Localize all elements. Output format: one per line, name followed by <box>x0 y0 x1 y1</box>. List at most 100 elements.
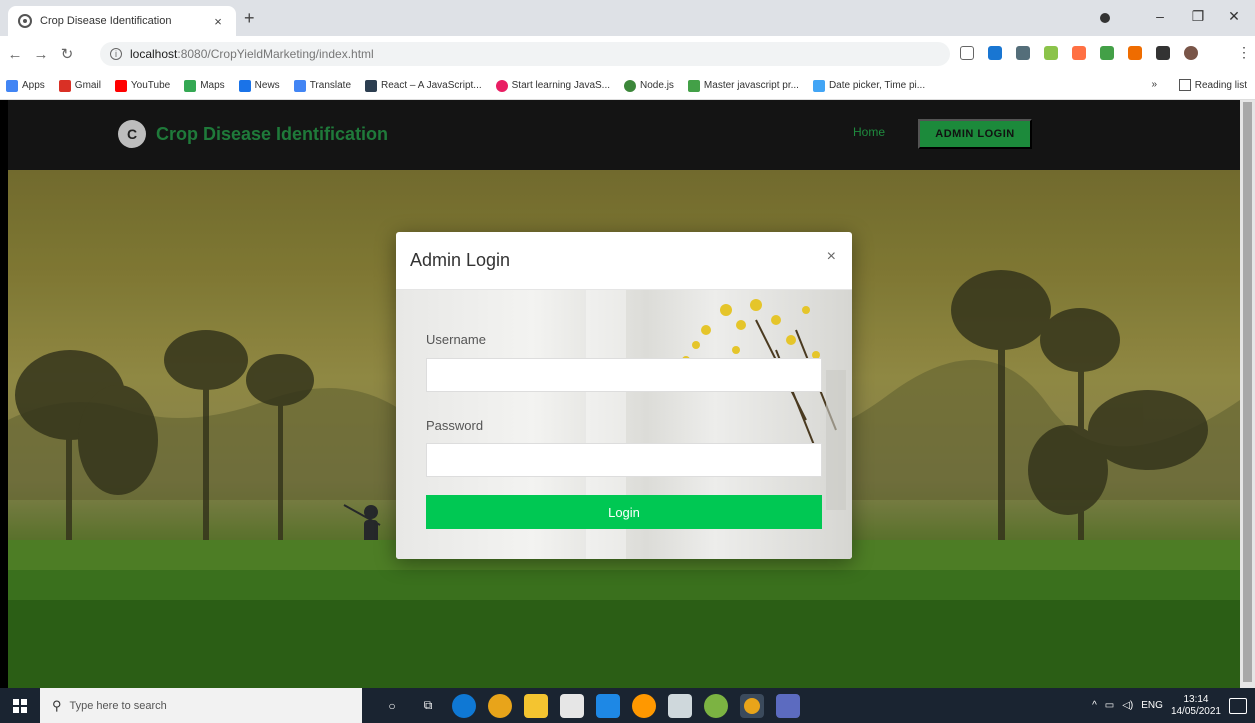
app-icon[interactable] <box>776 693 800 718</box>
app-icon[interactable] <box>668 693 692 718</box>
star-icon[interactable] <box>960 46 974 60</box>
volume-icon[interactable]: ◁) <box>1122 700 1133 711</box>
task-view-icon[interactable]: ⧉ <box>416 694 440 718</box>
site-navbar: C Crop Disease Identification Home ADMIN… <box>8 100 1240 170</box>
chrome-icon[interactable] <box>488 693 512 718</box>
network-icon[interactable]: ▭ <box>1105 700 1114 711</box>
system-tray: ^ ▭ ◁) ENG 13:14 14/05/2021 <box>1092 688 1255 723</box>
modal-body: Username Password Login <box>396 290 852 559</box>
search-placeholder: Type here to search <box>69 699 167 712</box>
extension-icon[interactable] <box>1016 46 1030 60</box>
search-icon: ⚲ <box>52 697 62 713</box>
more-menu-icon[interactable]: ⋮ <box>1237 44 1251 61</box>
username-label: Username <box>426 332 486 347</box>
mail-icon[interactable] <box>596 693 620 718</box>
password-input[interactable] <box>426 443 822 477</box>
nodejs-icon <box>624 79 637 92</box>
notification-icon[interactable] <box>1229 697 1247 714</box>
language-indicator[interactable]: ENG <box>1141 700 1163 711</box>
clock-time: 13:14 <box>1183 693 1209 705</box>
browser-toolbar: ← → ↻ i localhost:8080/CropYieldMarketin… <box>0 36 1255 72</box>
app-icon[interactable] <box>704 693 728 718</box>
bookmarks-bar: Apps Gmail YouTube Maps News Translate R… <box>0 72 1255 100</box>
store-icon[interactable] <box>560 693 584 718</box>
globe-icon <box>18 14 32 28</box>
forward-icon[interactable]: → <box>30 46 52 63</box>
maps-icon <box>184 79 197 92</box>
username-input[interactable] <box>426 358 822 392</box>
apps-grid-icon <box>6 79 18 92</box>
restore-icon[interactable]: ❐ <box>1188 8 1208 25</box>
bookmark-item[interactable]: Maps <box>184 79 225 92</box>
bookmark-item[interactable]: Gmail <box>58 79 101 92</box>
scrollbar-thumb[interactable] <box>1243 102 1252 682</box>
browser-tab[interactable]: Crop Disease Identification × <box>8 6 236 36</box>
youtube-icon <box>114 79 127 92</box>
bookmark-item[interactable]: Apps <box>6 79 45 92</box>
modal-title: Admin Login <box>410 250 511 270</box>
bookmark-item[interactable]: Date picker, Time pi... <box>812 79 925 92</box>
record-icon[interactable] <box>1100 13 1110 23</box>
url-host: localhost <box>130 47 178 61</box>
translate-icon <box>293 79 306 92</box>
windows-icon <box>13 698 27 713</box>
nav-home-link[interactable]: Home <box>853 125 885 139</box>
info-icon[interactable]: i <box>110 48 122 60</box>
tab-close-icon[interactable]: × <box>210 14 226 29</box>
clock[interactable]: 13:14 14/05/2021 <box>1171 694 1221 718</box>
bookmark-item[interactable]: Start learning JavaS... <box>495 79 610 92</box>
taskbar-search[interactable]: ⚲ Type here to search <box>40 688 362 723</box>
extension-icon[interactable] <box>988 46 1002 60</box>
browser-tab-bar: Crop Disease Identification × + – ❐ ✕ <box>0 0 1255 36</box>
puzzle-icon[interactable] <box>1156 46 1170 60</box>
admin-login-modal: Admin Login × Username Password Login <box>396 232 852 559</box>
bookmark-item[interactable]: React – A JavaScript... <box>365 79 482 92</box>
bookmark-item[interactable]: Node.js <box>624 79 674 92</box>
firefox-icon[interactable] <box>632 693 656 718</box>
avatar[interactable] <box>1184 46 1198 60</box>
close-window-icon[interactable]: ✕ <box>1224 8 1244 25</box>
start-button[interactable] <box>0 688 40 723</box>
gmail-icon <box>58 79 71 92</box>
password-label: Password <box>426 418 484 433</box>
extension-icons <box>960 46 1198 60</box>
bookmarks-overflow-icon[interactable]: » <box>1151 79 1157 90</box>
extension-icon[interactable] <box>1044 46 1058 60</box>
extension-icon[interactable] <box>1128 46 1142 60</box>
course-icon <box>687 79 700 92</box>
bookmark-item[interactable]: Translate <box>293 79 351 92</box>
brand-title: Crop Disease Identification <box>156 123 389 144</box>
bookmark-item[interactable]: YouTube <box>114 79 170 92</box>
reading-list[interactable]: Reading list <box>1178 79 1247 91</box>
extension-icon[interactable] <box>1072 46 1086 60</box>
page-viewport: C Crop Disease Identification Home ADMIN… <box>8 100 1240 688</box>
reading-list-icon <box>1178 79 1191 91</box>
windows-taskbar: ⚲ Type here to search ○ ⧉ ^ ▭ ◁) ENG 13:… <box>0 688 1255 723</box>
news-icon <box>238 79 251 92</box>
site-logo[interactable]: C Crop Disease Identification <box>118 120 388 148</box>
close-icon[interactable]: × <box>827 248 836 266</box>
extension-icon[interactable] <box>1100 46 1114 60</box>
login-button[interactable]: Login <box>426 495 822 529</box>
datepicker-icon <box>812 79 825 92</box>
new-tab-icon[interactable]: + <box>244 8 255 29</box>
back-icon[interactable]: ← <box>4 46 26 63</box>
minimize-icon[interactable]: – <box>1150 8 1170 24</box>
admin-login-button[interactable]: ADMIN LOGIN <box>918 119 1032 149</box>
taskbar-apps: ○ ⧉ <box>380 693 800 718</box>
page-scrollbar[interactable] <box>1240 100 1255 688</box>
course-icon <box>495 79 508 92</box>
address-bar[interactable]: i localhost:8080/CropYieldMarketing/inde… <box>100 42 950 66</box>
modal-header: Admin Login × <box>396 232 852 290</box>
tab-title: Crop Disease Identification <box>40 15 172 27</box>
bookmark-item[interactable]: News <box>238 79 280 92</box>
reload-icon[interactable]: ↻ <box>56 45 78 63</box>
url-path: :8080/CropYieldMarketing/index.html <box>177 47 374 61</box>
cortana-icon[interactable]: ○ <box>380 694 404 718</box>
bookmark-item[interactable]: Master javascript pr... <box>687 79 799 92</box>
react-icon <box>365 79 378 92</box>
tray-chevron-icon[interactable]: ^ <box>1092 700 1097 711</box>
file-explorer-icon[interactable] <box>524 693 548 718</box>
chrome-active-icon[interactable] <box>740 693 764 718</box>
edge-icon[interactable] <box>452 693 476 718</box>
